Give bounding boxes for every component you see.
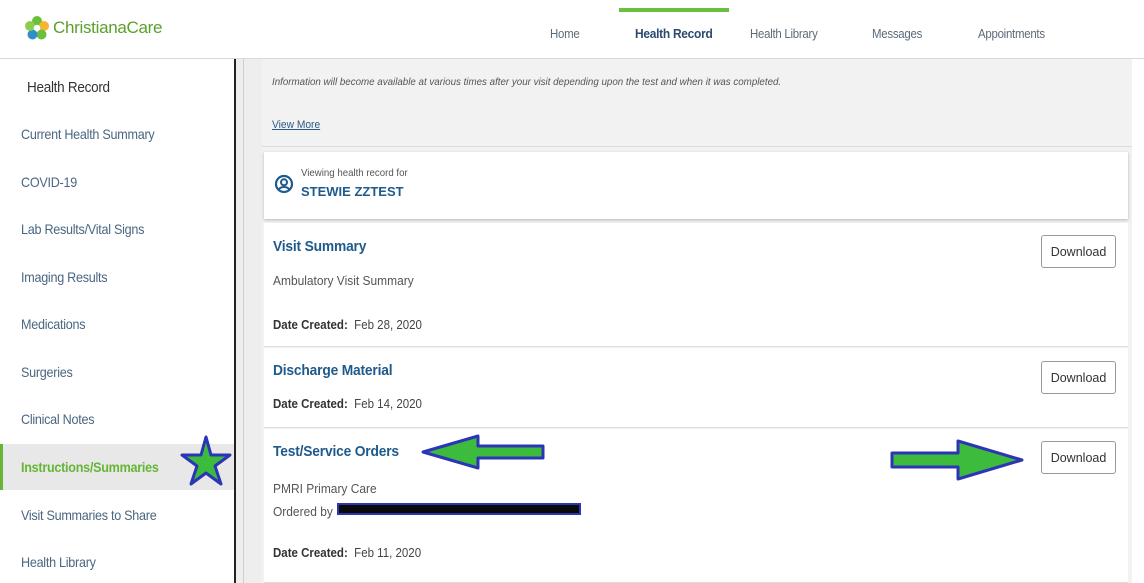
- download-button[interactable]: Download: [1041, 235, 1116, 268]
- sidebar-header-label: Health Record: [27, 78, 110, 96]
- sidebar-item-label: Current Health Summary: [21, 126, 155, 142]
- nav-active-indicator: [619, 8, 729, 12]
- document-title[interactable]: Test/Service Orders: [273, 443, 399, 460]
- content-gutter: [236, 59, 262, 583]
- sidebar-item-lab-results[interactable]: Lab Results/Vital Signs: [0, 206, 234, 252]
- view-more-link[interactable]: View More: [272, 119, 320, 131]
- sidebar-item-label: Instructions/Summaries: [21, 459, 159, 475]
- sidebar-item-label: Medications: [21, 316, 86, 332]
- ordered-by-label: Ordered by: [273, 504, 333, 519]
- patient-label: Viewing health record for: [301, 167, 408, 179]
- document-date: Date Created: Feb 14, 2020: [273, 397, 422, 411]
- info-text: Information will become available at var…: [272, 76, 782, 88]
- sidebar-item-visit-summaries-to-share[interactable]: Visit Summaries to Share: [0, 492, 234, 538]
- person-circle-icon: [274, 174, 294, 194]
- date-label: Date Created:: [273, 397, 348, 411]
- sidebar-item-health-library[interactable]: Health Library: [0, 539, 234, 583]
- document-title[interactable]: Visit Summary: [273, 238, 366, 255]
- sidebar-item-current-health-summary[interactable]: Current Health Summary: [0, 111, 234, 157]
- sidebar-item-instructions-summaries[interactable]: Instructions/Summaries: [0, 444, 234, 490]
- date-value: Feb 28, 2020: [354, 318, 422, 332]
- sidebar-item-label: Imaging Results: [21, 269, 108, 285]
- document-subtitle: Ambulatory Visit Summary: [273, 273, 414, 288]
- document-subtitle: PMRI Primary Care: [273, 481, 377, 496]
- nav-appointments[interactable]: Appointments: [978, 26, 1045, 41]
- date-value: Feb 11, 2020: [354, 546, 422, 560]
- document-date: Date Created: Feb 28, 2020: [273, 318, 422, 332]
- gutter-divider: [243, 59, 244, 583]
- nav-home[interactable]: Home: [550, 26, 580, 41]
- sidebar-item-surgeries[interactable]: Surgeries: [0, 349, 234, 395]
- document-card-discharge-material: Discharge Material Date Created: Feb 14,…: [264, 348, 1128, 428]
- nav-messages[interactable]: Messages: [872, 26, 922, 41]
- date-label: Date Created:: [273, 318, 348, 332]
- date-label: Date Created:: [273, 546, 348, 560]
- patient-card: Viewing health record for STEWIE ZZTEST: [264, 152, 1128, 219]
- sidebar-item-label: COVID-19: [21, 174, 77, 190]
- sidebar-item-label: Lab Results/Vital Signs: [21, 221, 145, 237]
- sidebar-item-imaging-results[interactable]: Imaging Results: [0, 254, 234, 300]
- top-navigation-bar: ChristianaCare Home Health Record Health…: [0, 0, 1144, 59]
- document-date: Date Created: Feb 11, 2020: [273, 546, 421, 560]
- main-nav: Home Health Record Health Library Messag…: [0, 0, 1144, 59]
- date-value: Feb 14, 2020: [354, 397, 422, 411]
- redaction-bar: [337, 503, 581, 515]
- sidebar-item-clinical-notes[interactable]: Clinical Notes: [0, 396, 234, 442]
- document-title[interactable]: Discharge Material: [273, 362, 393, 379]
- nav-health-library[interactable]: Health Library: [750, 26, 818, 41]
- sidebar-header: Health Record: [0, 64, 234, 110]
- sidebar-item-label: Health Library: [21, 554, 96, 570]
- sidebar-item-label: Clinical Notes: [21, 411, 95, 427]
- sidebar-item-medications[interactable]: Medications: [0, 301, 234, 347]
- nav-health-record[interactable]: Health Record: [635, 26, 713, 41]
- sidebar-item-label: Surgeries: [21, 364, 73, 380]
- download-button[interactable]: Download: [1041, 361, 1116, 394]
- document-card-visit-summary: Visit Summary Ambulatory Visit Summary D…: [264, 223, 1128, 347]
- sidebar-item-label: Visit Summaries to Share: [21, 507, 157, 523]
- sidebar-item-covid-19[interactable]: COVID-19: [0, 159, 234, 205]
- download-button[interactable]: Download: [1041, 441, 1116, 474]
- patient-name: STEWIE ZZTEST: [301, 184, 404, 199]
- info-panel: Information will become available at var…: [262, 59, 1132, 147]
- sidebar: Health Record Current Health Summary COV…: [0, 59, 236, 583]
